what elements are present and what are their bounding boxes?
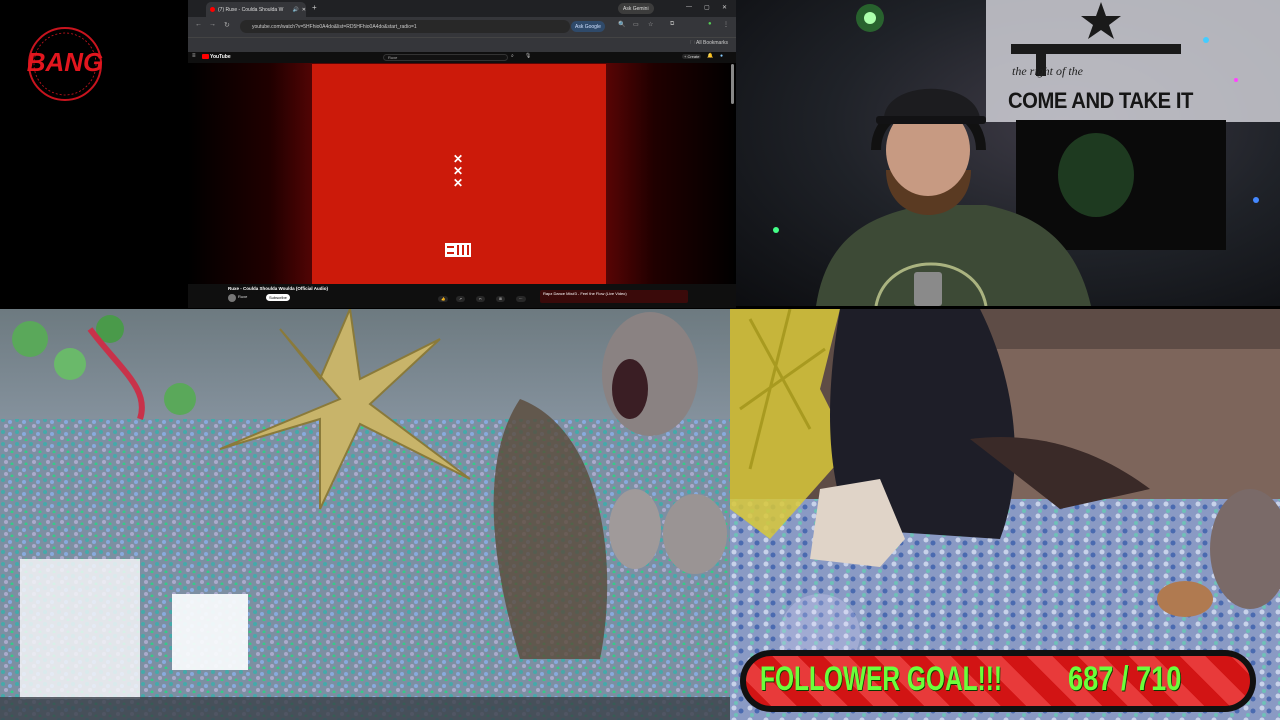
notifications-icon[interactable]: 🔔 xyxy=(707,53,713,59)
red-plant xyxy=(87,327,145,420)
all-bookmarks-label: All Bookmarks xyxy=(696,40,728,46)
follower-goal-count: 687 / 710 xyxy=(1068,660,1182,698)
browser-window: (7) Ruxe - Coulda Shoulda W 🔊 ✕ + Ask Ge… xyxy=(188,0,736,308)
ask-google-label: Ask Google xyxy=(575,23,601,30)
youtube-favicon-icon xyxy=(210,7,215,12)
up-next-title: Rapz Dance Mix#3 - Feel the Flow (Live V… xyxy=(543,291,627,296)
youtube-search-value: Ruxe xyxy=(388,55,398,60)
subscribe-label: Subscribe xyxy=(269,295,287,300)
video-title: Ruxe - Coulda Shoulda Woulda (Official A… xyxy=(228,286,328,291)
new-tab-icon[interactable]: + xyxy=(312,3,317,12)
all-bookmarks-button[interactable]: 🗀 All Bookmarks xyxy=(690,40,728,48)
bang-logo: BANG xyxy=(27,27,104,101)
follower-goal-label: FOLLOWER GOAL!!! xyxy=(760,660,1003,698)
rifle-icon xyxy=(1011,44,1181,54)
subscribe-button[interactable]: Subscribe xyxy=(266,294,290,301)
microphone-icon[interactable]: 🎙 xyxy=(525,53,531,59)
account-avatar[interactable]: ● xyxy=(720,53,723,59)
page-scrollbar[interactable] xyxy=(731,64,734,104)
album-logo-icon xyxy=(445,243,471,257)
plant-leaf xyxy=(12,321,48,357)
extensions-icon[interactable]: ⧉ xyxy=(670,21,674,28)
bookmarks-bar xyxy=(188,37,736,52)
reload-icon[interactable]: ↻ xyxy=(224,21,230,29)
up-next-card[interactable]: Rapz Dance Mix#3 - Feel the Flow (Live V… xyxy=(540,290,688,303)
address-bar[interactable]: youtube.com/watch?v=5HFhio0A4do&list=RD5… xyxy=(240,20,570,33)
logo-text: BANG xyxy=(27,47,104,77)
youtube-logo[interactable]: YouTube xyxy=(202,54,231,60)
remix-button[interactable]: ✂ xyxy=(476,296,485,302)
aquarium-feed-left xyxy=(0,309,730,720)
minimize-icon[interactable]: — xyxy=(686,4,692,10)
share-button[interactable]: ↗ xyxy=(456,296,465,302)
like-button[interactable]: 👍 xyxy=(438,296,449,302)
cross-mark-icon: ✕ xyxy=(453,176,464,190)
more-options-icon[interactable]: ⋯ xyxy=(516,296,526,302)
channel-avatar[interactable] xyxy=(228,294,236,302)
webcam-feed xyxy=(736,0,1280,306)
flag-text-line: the right of the xyxy=(1012,64,1083,78)
bookmark-star-icon[interactable]: ☆ xyxy=(648,21,653,28)
ask-gemini-label: Ask Gemini xyxy=(623,5,649,12)
menu-icon[interactable]: ⋮ xyxy=(723,21,729,28)
youtube-logo-text: YouTube xyxy=(210,54,231,60)
youtube-search-input[interactable]: Ruxe xyxy=(383,54,508,61)
cast-icon[interactable]: ▭ xyxy=(633,21,639,28)
glare-patch xyxy=(20,559,140,699)
ask-gemini-button[interactable]: Ask Gemini xyxy=(618,3,654,14)
search-icon[interactable]: ⌕ xyxy=(511,53,514,59)
close-window-icon[interactable]: ✕ xyxy=(722,4,727,11)
save-button[interactable]: ⊞ xyxy=(496,296,505,302)
microphone xyxy=(914,272,942,306)
create-button[interactable]: + Create xyxy=(682,54,702,59)
hamburger-icon[interactable]: ≡ xyxy=(192,53,196,59)
url-text: youtube.com/watch?v=5HFhio0A4do&list=RD5… xyxy=(252,23,417,30)
forward-icon[interactable]: → xyxy=(209,21,216,28)
glare-patch xyxy=(172,594,248,670)
back-icon[interactable]: ← xyxy=(195,21,202,28)
tab-title: (7) Ruxe - Coulda Shoulda W xyxy=(218,6,284,13)
create-label: + Create xyxy=(684,54,700,59)
pebble xyxy=(1157,581,1213,617)
tab-audio-icon[interactable]: 🔊 xyxy=(293,7,299,13)
webcam-scene xyxy=(773,0,1280,306)
rock xyxy=(663,494,727,574)
channel-name[interactable]: Ruxe xyxy=(238,294,247,299)
zoom-icon[interactable]: 🔍 xyxy=(618,21,625,28)
rock xyxy=(609,489,661,569)
tab-close-icon[interactable]: ✕ xyxy=(302,7,306,13)
aquarium-scene-left xyxy=(0,309,730,720)
person-cap xyxy=(884,88,980,118)
folder-icon: 🗀 xyxy=(689,40,695,46)
tab-youtube[interactable]: (7) Ruxe - Coulda Shoulda W 🔊 ✕ xyxy=(206,2,306,17)
youtube-play-icon xyxy=(202,54,209,60)
ask-google-button[interactable]: Ask Google xyxy=(571,21,605,32)
maximize-icon[interactable]: ▢ xyxy=(704,4,710,11)
profile-avatar[interactable]: ● xyxy=(708,21,712,27)
flag-slogan: COME AND TAKE IT xyxy=(1008,88,1193,113)
